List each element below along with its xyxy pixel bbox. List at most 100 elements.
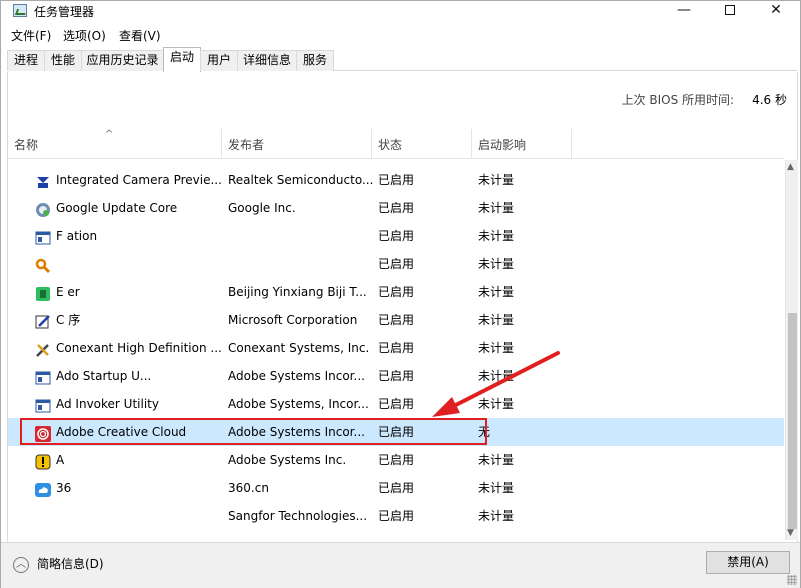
fewer-details-label: 简略信息(D) (37, 557, 104, 571)
tab-details[interactable]: 详细信息 (237, 50, 297, 71)
tab-users[interactable]: 用户 (200, 50, 238, 71)
table-row[interactable]: 已启用 未计量 (8, 250, 784, 278)
tab-startup[interactable]: 启动 (163, 47, 201, 72)
table-row[interactable]: F ation 已启用 未计量 (8, 222, 784, 250)
app-window-icon (35, 228, 51, 245)
row-name: Google Update Core (56, 201, 178, 215)
column-header: ^ 名称 发布者 状态 启动影响 (8, 129, 784, 159)
row-publisher: 360.cn (228, 481, 269, 495)
tab-processes[interactable]: 进程 (7, 50, 45, 71)
row-publisher: Google Inc. (228, 201, 296, 215)
maximize-icon (725, 5, 735, 15)
tab-performance[interactable]: 性能 (44, 50, 82, 71)
row-status: 已启用 (378, 453, 415, 467)
column-name[interactable]: 名称 (8, 129, 222, 159)
table-row[interactable]: Sangfor Technologies... 已启用 未计量 (8, 502, 784, 530)
scroll-down-icon[interactable]: ▼ (787, 528, 794, 538)
row-publisher: Realtek Semiconducto... (228, 173, 373, 187)
close-button[interactable]: ✕ (753, 1, 799, 21)
row-publisher: Sangfor Technologies... (228, 509, 368, 523)
table-row[interactable]: Conexant High Definition ... Conexant Sys… (8, 334, 784, 362)
table-row[interactable]: C 序 Microsoft Corporation 已启用 未计量 (8, 306, 784, 334)
bios-time: 上次 BIOS 所用时间: 4.6 秒 (622, 91, 787, 108)
row-status: 已启用 (378, 173, 415, 187)
window-title: 任务管理器 (34, 5, 95, 19)
task-manager-window: 任务管理器 — ✕ 文件(F) 选项(O) 查看(V) 进程 性能 应用历史记录… (0, 0, 801, 588)
pen-icon (35, 312, 51, 329)
tools-icon (35, 340, 51, 357)
warning-icon (35, 452, 51, 470)
row-impact: 未计量 (478, 257, 515, 271)
scroll-up-icon[interactable]: ▲ (787, 162, 794, 172)
menu-file[interactable]: 文件(F) (11, 27, 51, 44)
maximize-button[interactable] (707, 1, 753, 21)
row-impact: 未计量 (478, 453, 515, 467)
row-status: 已启用 (378, 201, 415, 215)
column-impact[interactable]: 启动影响 (472, 129, 572, 159)
row-impact: 未计量 (478, 229, 515, 243)
table-row[interactable]: Integrated Camera Previe... Realtek Semic… (8, 166, 784, 194)
search-key-icon (35, 256, 51, 274)
row-impact: 未计量 (478, 509, 515, 523)
tab-strip: 进程 性能 应用历史记录 启动 用户 详细信息 服务 (7, 47, 797, 72)
row-impact: 未计量 (478, 201, 515, 215)
row-impact: 未计量 (478, 285, 515, 299)
row-name: C 序 (56, 313, 81, 327)
row-name: Ad Invoker Utility (56, 397, 159, 411)
row-publisher: Conexant Systems, Inc. (228, 341, 370, 355)
row-impact: 未计量 (478, 481, 515, 495)
camera-icon (35, 172, 51, 188)
startup-list: Integrated Camera Previe... Realtek Semic… (8, 160, 784, 540)
chevron-up-icon: ︿ (13, 556, 29, 573)
table-row[interactable]: Google Update Core Google Inc. 已启用 未计量 (8, 194, 784, 222)
row-status: 已启用 (378, 313, 415, 327)
app-icon (35, 508, 51, 524)
row-publisher: Beijing Yinxiang Biji T... (228, 285, 367, 299)
bios-label: 上次 BIOS 所用时间: (621, 93, 735, 107)
row-name: Ado Startup U... (56, 369, 152, 383)
disable-button[interactable]: 禁用(A) (706, 551, 790, 574)
row-name: 36 (56, 481, 72, 495)
row-status: 已启用 (378, 509, 415, 523)
row-name: F ation (56, 229, 98, 243)
row-publisher: Adobe Systems Incor... (228, 369, 365, 383)
row-name: Conexant High Definition ... (56, 341, 222, 355)
table-row[interactable]: 36 360.cn 已启用 未计量 (8, 474, 784, 502)
table-row[interactable]: E er Beijing Yinxiang Biji T... 已启用 未计量 (8, 278, 784, 306)
footer-bar: ︿ 简略信息(D) 禁用(A) (1, 542, 800, 588)
fewer-details-link[interactable]: ︿ 简略信息(D) (13, 555, 104, 573)
row-name: Integrated Camera Previe... (56, 173, 222, 187)
row-status: 已启用 (378, 229, 415, 243)
row-impact: 未计量 (478, 313, 515, 327)
table-row[interactable]: Ado Startup U... Adobe Systems Incor... 已启… (8, 362, 784, 390)
cloud-360-icon (35, 480, 51, 497)
annotation-arrow (432, 351, 560, 417)
tab-services[interactable]: 服务 (296, 50, 334, 71)
row-publisher: Adobe Systems, Incor... (228, 397, 369, 411)
row-publisher: Microsoft Corporation (228, 313, 358, 327)
bios-value: 4.6 秒 (752, 93, 787, 107)
evernote-icon (35, 284, 51, 301)
table-row[interactable]: Ad Invoker Utility Adobe Systems, Incor..… (8, 390, 784, 418)
app-window-icon (35, 396, 51, 413)
row-status: 已启用 (378, 481, 415, 495)
task-manager-icon (13, 4, 27, 17)
table-row[interactable]: A Adobe Systems Inc. 已启用 未计量 (8, 446, 784, 474)
vertical-scrollbar[interactable]: ▲ ▼ (785, 160, 798, 540)
app-window-icon (35, 368, 51, 385)
startup-panel: 上次 BIOS 所用时间: 4.6 秒 ^ 名称 发布者 状态 启动影响 Inte… (7, 72, 798, 542)
column-status[interactable]: 状态 (372, 129, 472, 159)
menu-bar: 文件(F) 选项(O) 查看(V) (1, 25, 800, 45)
menu-view[interactable]: 查看(V) (119, 27, 161, 44)
resize-grip-icon[interactable] (787, 575, 797, 585)
row-name: A (56, 453, 65, 467)
row-status: 已启用 (378, 257, 415, 271)
menu-options[interactable]: 选项(O) (63, 27, 106, 44)
google-update-icon (35, 200, 51, 217)
column-publisher[interactable]: 发布者 (222, 129, 372, 159)
row-name: E er (56, 285, 80, 299)
minimize-button[interactable]: — (661, 1, 707, 21)
tab-app-history[interactable]: 应用历史记录 (81, 50, 164, 71)
scrollbar-thumb[interactable] (788, 313, 797, 529)
row-status: 已启用 (378, 285, 415, 299)
